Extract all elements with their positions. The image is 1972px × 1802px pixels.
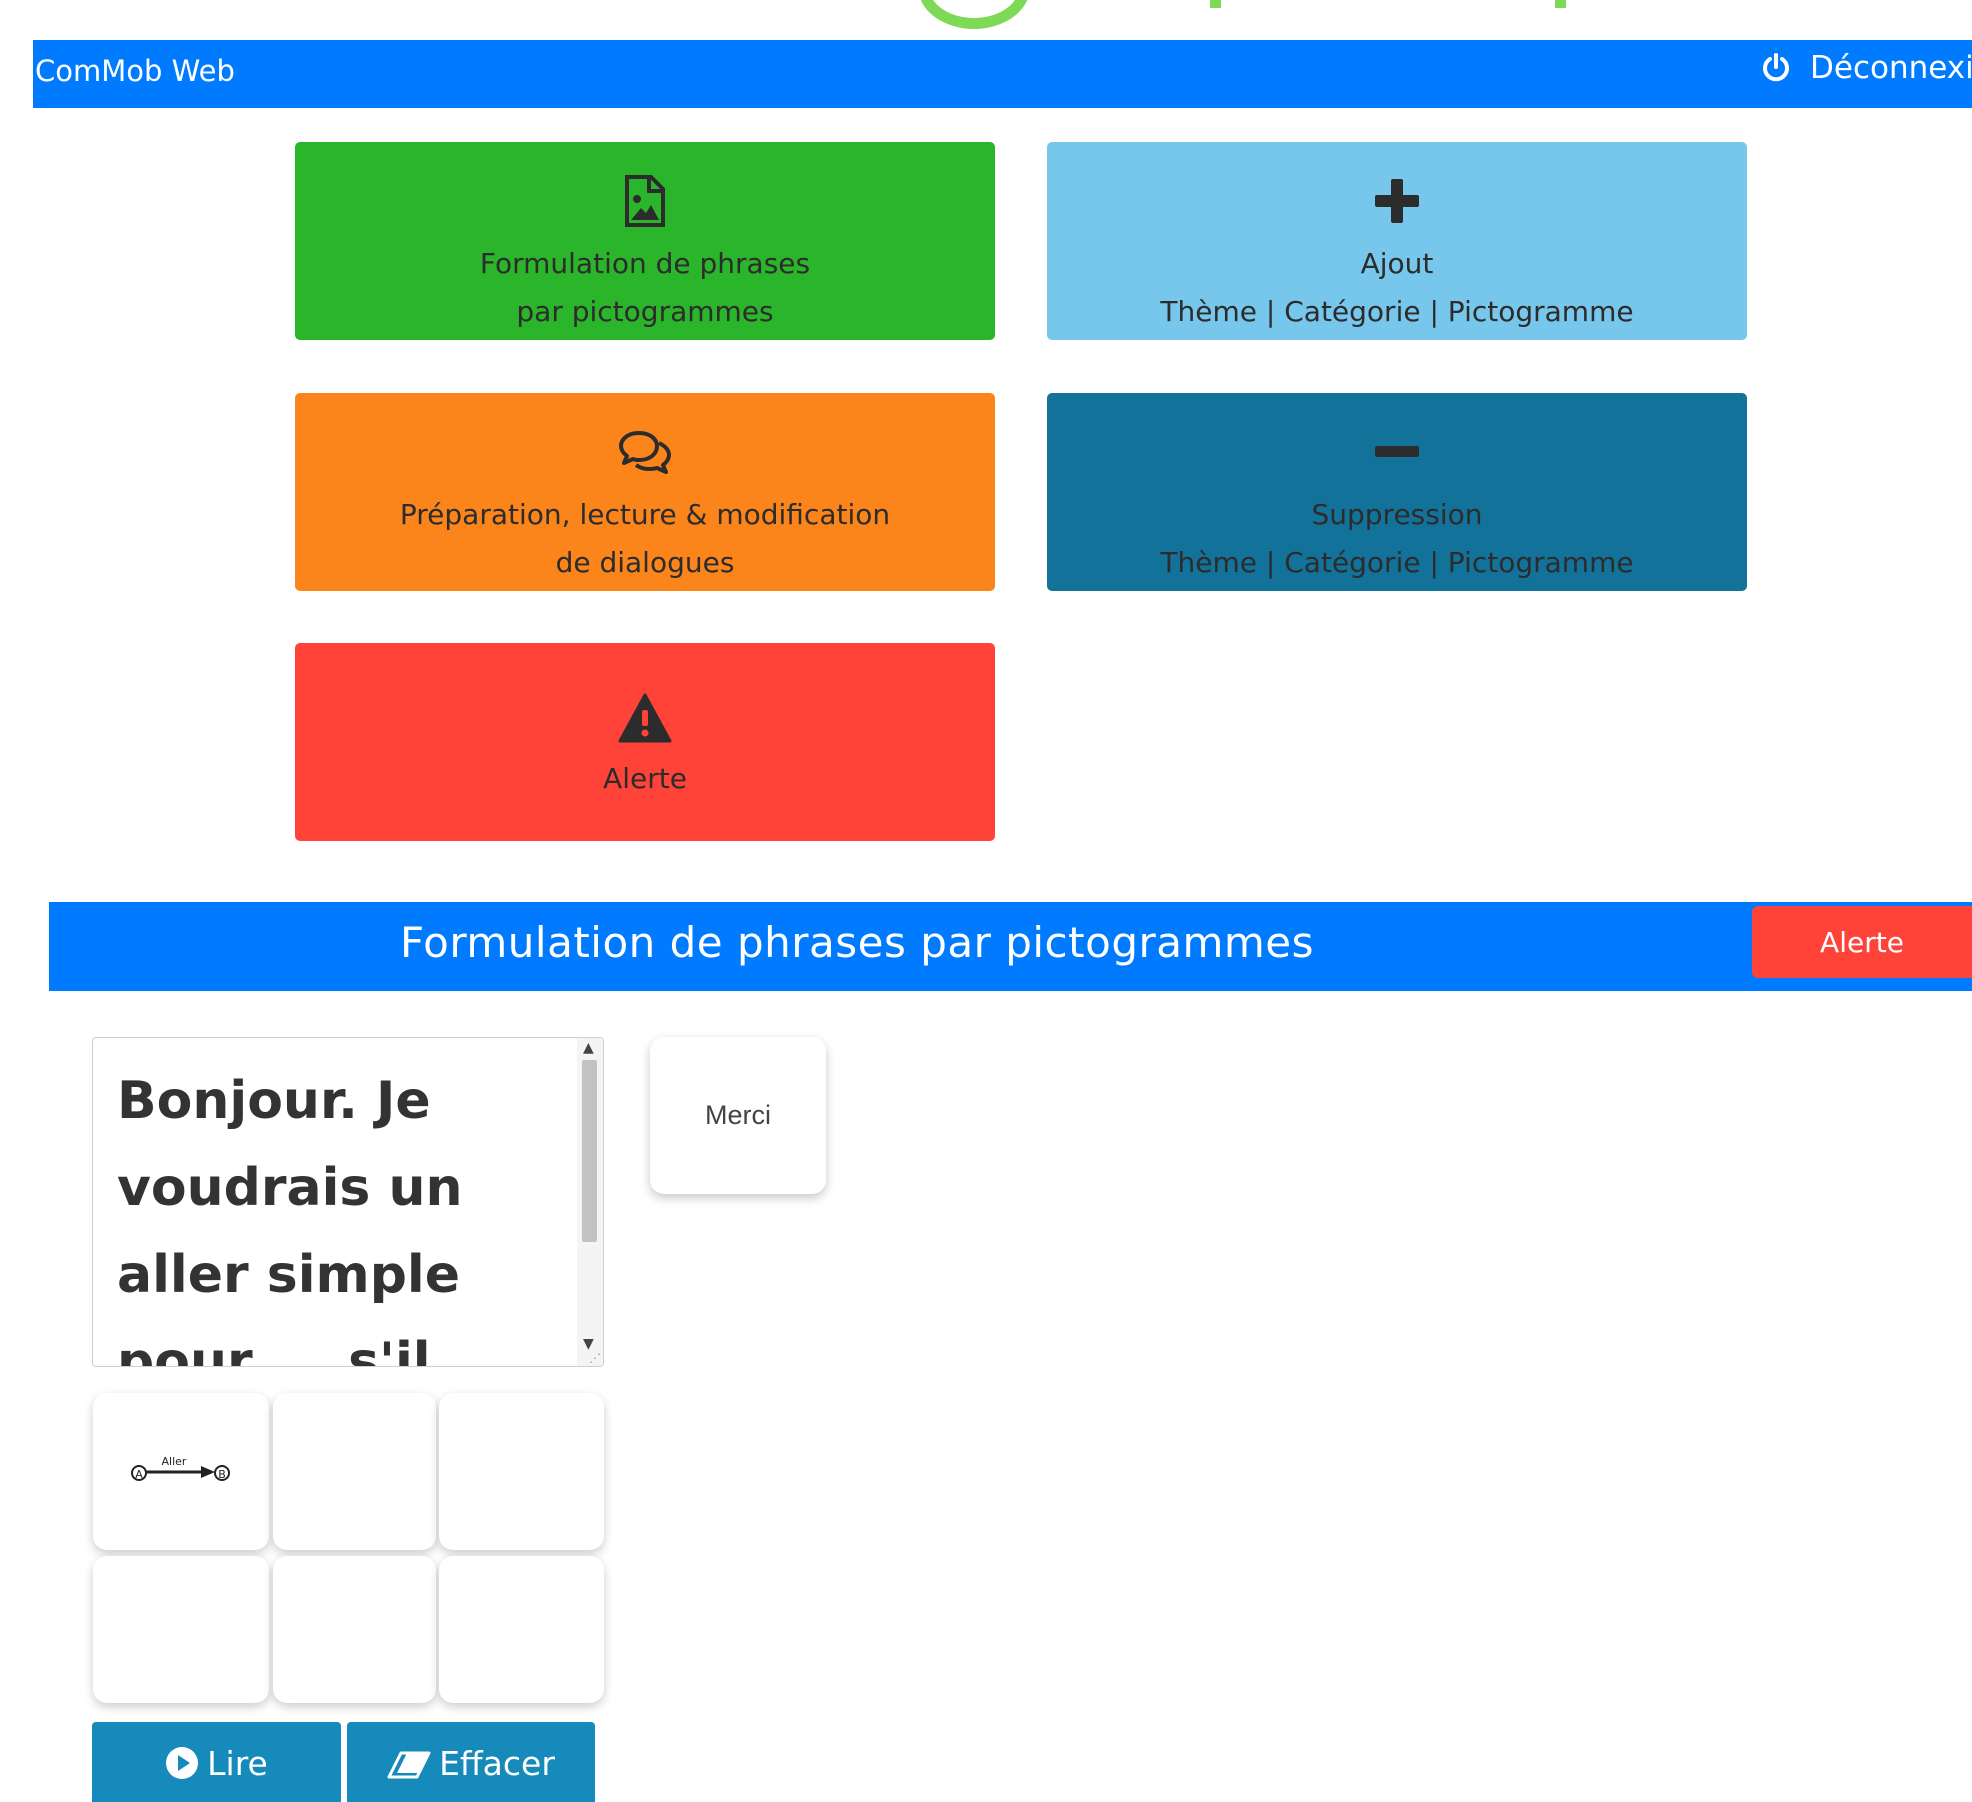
read-label: Lire [207, 1744, 268, 1783]
clear-button[interactable]: Effacer [347, 1722, 595, 1802]
play-circle-icon [166, 1747, 199, 1779]
scrollbar[interactable]: ▲ ▼ [577, 1038, 603, 1366]
minus-icon [1375, 446, 1419, 457]
tile-line-1: Ajout [1360, 247, 1434, 280]
brand-link[interactable]: ComMob Web [35, 54, 235, 88]
picto-letter-b: B [218, 1468, 226, 1481]
picto-slot[interactable] [439, 1393, 604, 1550]
suggestion-card[interactable]: Merci [650, 1037, 826, 1194]
tile-line-1: Formulation de phrases [479, 247, 811, 280]
tile-line-1: Alerte [603, 762, 687, 795]
top-decoration [0, 0, 1972, 40]
decor-arc [918, 0, 1030, 29]
picto-slot[interactable] [93, 1556, 269, 1703]
decor-stroke [1210, 0, 1221, 8]
phrase-text: Bonjour. Je voudrais un aller simple pou… [117, 1071, 463, 1367]
tile-line-2: de dialogues [555, 546, 735, 579]
picto-label: Aller [162, 1455, 187, 1468]
navbar: ComMob Web Déconnexion [33, 40, 1972, 108]
logout-button[interactable]: Déconnexion [1760, 50, 1972, 86]
tile-alerte[interactable]: Alerte [295, 643, 995, 841]
section-title: Formulation de phrases par pictogrammes [400, 918, 1315, 967]
resize-grip-icon[interactable]: ⋰ [589, 1351, 601, 1365]
plus-icon [1375, 179, 1419, 223]
eraser-icon [387, 1751, 431, 1779]
scroll-down-icon[interactable]: ▼ [583, 1336, 594, 1352]
image-file-icon [625, 175, 665, 227]
tile-formulation[interactable]: Formulation de phrases par pictogrammes [295, 142, 995, 340]
arrow-a-to-b-icon: A Aller B [131, 1455, 230, 1481]
tile-line-1: Suppression [1311, 498, 1483, 531]
warning-icon [618, 693, 672, 743]
phrase-textarea[interactable]: Bonjour. Je voudrais un aller simple pou… [92, 1037, 604, 1367]
picto-slot[interactable] [273, 1556, 436, 1703]
decor-stroke [1555, 0, 1566, 8]
tile-ajout[interactable]: Ajout Thème | Catégorie | Pictogramme [1047, 142, 1747, 340]
alert-button[interactable]: Alerte [1752, 906, 1972, 978]
tile-dialogues[interactable]: Préparation, lecture & modification de d… [295, 393, 995, 591]
tile-line-2: Thème | Catégorie | Pictogramme [1160, 546, 1634, 579]
comments-icon [619, 431, 671, 474]
scrollbar-thumb[interactable] [582, 1060, 597, 1242]
picto-letter-a: A [135, 1468, 143, 1481]
scroll-up-icon[interactable]: ▲ [583, 1040, 594, 1056]
picto-slot[interactable] [273, 1393, 436, 1550]
tile-line-2: par pictogrammes [516, 295, 774, 328]
read-button[interactable]: Lire [92, 1722, 341, 1802]
picto-slot[interactable]: A Aller B [93, 1393, 269, 1550]
tile-line-1: Préparation, lecture & modification [399, 498, 891, 531]
tile-line-2: Thème | Catégorie | Pictogramme [1160, 295, 1634, 328]
logout-label: Déconnexion [1810, 50, 1972, 86]
power-icon [1763, 53, 1789, 82]
section-header: Formulation de phrases par pictogrammes … [49, 902, 1972, 991]
tile-suppression[interactable]: Suppression Thème | Catégorie | Pictogra… [1047, 393, 1747, 591]
clear-label: Effacer [439, 1744, 555, 1783]
picto-slot[interactable] [439, 1556, 604, 1703]
